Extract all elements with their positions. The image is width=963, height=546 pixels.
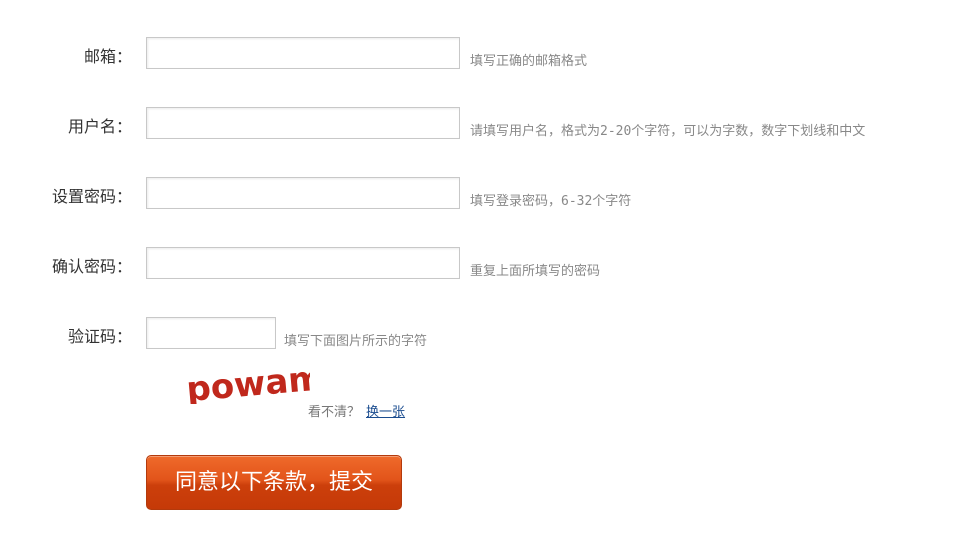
username-label: 用户名： <box>67 117 132 136</box>
username-row: 用户名： 请填写用户名，格式为2-20个字符，可以为字数，数字下划线和中文 <box>0 107 963 143</box>
captcha-text: powam <box>185 360 310 404</box>
captcha-refresh-link[interactable]: 换一张 <box>366 405 405 420</box>
captcha-hint: 填写下面图片所示的字符 <box>284 334 428 349</box>
captcha-label: 验证码： <box>67 327 132 346</box>
captcha-tip-text: 看不清？ <box>308 405 361 420</box>
username-field[interactable] <box>146 107 460 139</box>
email-hint: 填写正确的邮箱格式 <box>470 54 588 69</box>
password-row: 设置密码： 填写登录密码，6-32个字符 <box>0 177 963 213</box>
email-row: 邮箱： 填写正确的邮箱格式 <box>0 37 963 73</box>
password-hint: 填写登录密码，6-32个字符 <box>470 194 632 209</box>
captcha-refresh-area: 看不清？ 换一张 <box>308 401 405 420</box>
confirm-password-row: 确认密码： 重复上面所填写的密码 <box>0 247 963 283</box>
confirm-password-label: 确认密码： <box>51 257 132 276</box>
password-field[interactable] <box>146 177 460 209</box>
username-hint: 请填写用户名，格式为2-20个字符，可以为字数，数字下划线和中文 <box>470 124 866 139</box>
confirm-password-hint: 重复上面所填写的密码 <box>470 264 601 279</box>
email-label: 邮箱： <box>83 47 132 66</box>
captcha-image[interactable]: powam <box>182 360 310 404</box>
confirm-password-field[interactable] <box>146 247 460 279</box>
email-field[interactable] <box>146 37 460 69</box>
submit-button[interactable]: 同意以下条款，提交 <box>146 455 402 510</box>
password-label: 设置密码： <box>51 187 132 206</box>
captcha-row: 验证码： 填写下面图片所示的字符 <box>0 317 963 353</box>
captcha-field[interactable] <box>146 317 276 349</box>
